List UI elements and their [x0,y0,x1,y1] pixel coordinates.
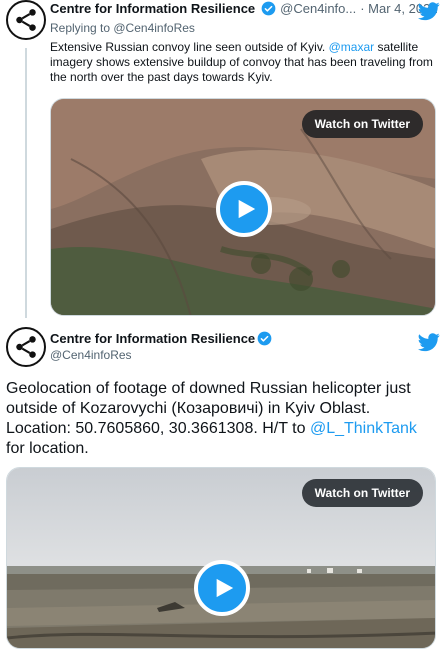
watch-on-twitter-button[interactable]: Watch on Twitter [301,110,423,138]
author-name[interactable]: Centre for Information Resilience [50,331,255,346]
replying-to: Replying to @Cen4infoRes [50,21,195,35]
play-button[interactable] [216,181,272,237]
author-handle[interactable]: @Cen4info... [280,1,356,16]
avatar[interactable] [6,0,46,40]
mention-link[interactable]: @maxar [329,40,375,54]
replying-to-link[interactable]: @Cen4infoRes [113,21,195,35]
author-name[interactable]: Centre for Information Resilience [50,1,255,16]
avatar[interactable] [6,327,46,367]
watch-on-twitter-button[interactable]: Watch on Twitter [301,479,423,507]
twitter-bird-icon[interactable] [418,331,440,353]
play-icon [216,578,234,598]
video-player[interactable]: Watch on Twitter [6,467,436,649]
share-icon [16,336,36,358]
author-handle[interactable]: @Cen4infoRes [50,348,132,362]
tweet-text: Extensive Russian convoy line seen outsi… [50,40,433,84]
thread-line [25,48,27,318]
verified-badge-icon [261,1,276,16]
video-player[interactable]: Watch on Twitter [50,98,436,316]
mention-link[interactable]: @L_ThinkTank [310,420,417,437]
tweet-text: Geolocation of footage of downed Russian… [6,380,417,457]
play-button[interactable] [194,560,250,616]
verified-badge-icon [257,331,272,346]
share-icon [16,9,36,31]
play-icon [238,199,256,219]
twitter-bird-icon[interactable] [418,0,440,22]
